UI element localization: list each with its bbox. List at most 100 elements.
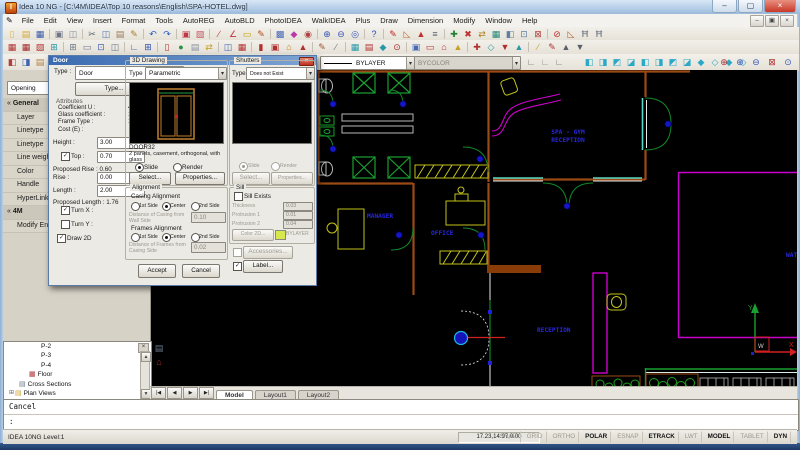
accessories-checkbox[interactable] (233, 248, 242, 257)
view-top-icon[interactable]: ◧ (582, 56, 596, 68)
dist-casing-input[interactable]: 0.10 (191, 212, 226, 223)
cut-icon[interactable]: ✂ (85, 28, 99, 40)
view-se-icon[interactable]: ◪ (680, 56, 694, 68)
grid-icon[interactable]: ⊞ (66, 41, 80, 53)
print-icon[interactable]: ▣ (52, 28, 66, 40)
zoom-out-icon[interactable]: ⊖ (748, 56, 764, 68)
view-front-icon[interactable]: ◧ (638, 56, 652, 68)
door-icon[interactable]: ▯ (160, 41, 174, 53)
entity-tan-icon[interactable]: ▤ (33, 56, 47, 68)
separator[interactable] (63, 42, 64, 52)
zoom-in-icon[interactable]: ⊕ (732, 56, 748, 68)
delete-icon[interactable]: ✖ (461, 28, 475, 40)
image-icon[interactable]: ▩ (273, 28, 287, 40)
mirror-icon[interactable]: ⇄ (202, 41, 216, 53)
region-icon[interactable]: ◧ (503, 28, 517, 40)
separator[interactable] (345, 42, 346, 52)
status-toggle[interactable]: ORTHO (549, 431, 580, 443)
ucs-entity-icon[interactable]: ∟ (552, 56, 566, 68)
column-icon[interactable]: ▮ (254, 41, 268, 53)
dim-icon[interactable]: ∕ (531, 41, 545, 53)
label-button[interactable]: Label... (243, 260, 283, 273)
tab-nav-arrow-icon[interactable]: ▶ (183, 387, 198, 399)
undo-icon[interactable]: ↶ (146, 28, 160, 40)
tree-item[interactable]: P-2 (4, 342, 151, 351)
expand-icon[interactable]: ⊞ (9, 389, 14, 398)
site-icon[interactable]: ▤ (362, 41, 376, 53)
print-preview-icon[interactable]: ◫ (66, 28, 80, 40)
separator[interactable] (364, 29, 365, 39)
accessories-button[interactable]: Accessories... (243, 246, 293, 259)
diamond-icon[interactable]: ◇ (484, 41, 498, 53)
separator[interactable] (49, 29, 50, 39)
menu-item[interactable]: File (17, 16, 39, 25)
topo-icon[interactable]: ▦ (348, 41, 362, 53)
wall-icon[interactable]: ▦ (5, 41, 19, 53)
view-bottom-icon[interactable]: ◨ (596, 56, 610, 68)
label-checkbox[interactable]: ✓ (233, 262, 242, 271)
no-entry-icon[interactable]: ⊘ (550, 28, 564, 40)
line-icon[interactable]: ∕ (212, 28, 226, 40)
shutters-render-radio[interactable] (271, 162, 280, 171)
separator[interactable] (270, 29, 271, 39)
slope-icon[interactable]: ∕ (329, 41, 343, 53)
camera-icon[interactable]: ◉ (301, 28, 315, 40)
ramp-icon[interactable]: ▲ (296, 41, 310, 53)
viewport-icon[interactable]: ▣ (409, 41, 423, 53)
tab-nav-arrow-icon[interactable]: ◀ (167, 387, 182, 399)
zoom-out-icon[interactable]: ⊖ (334, 28, 348, 40)
separator[interactable] (528, 42, 529, 52)
sort-down-icon[interactable]: ▼ (573, 41, 587, 53)
mdi-close-button[interactable]: × (780, 15, 794, 27)
wall-hatch-icon[interactable]: ▧ (33, 41, 47, 53)
menu-item[interactable]: Insert (88, 16, 117, 25)
slab-icon[interactable]: ⊞ (47, 41, 61, 53)
menu-item[interactable]: Plus (351, 16, 376, 25)
box-icon[interactable]: ⊡ (517, 28, 531, 40)
mdi-restore-button[interactable]: ▣ (765, 15, 779, 27)
separator[interactable] (124, 42, 125, 52)
house-icon[interactable]: ⌂ (437, 41, 451, 53)
entity-red-icon[interactable]: ◧ (5, 56, 19, 68)
properties-button[interactable]: Properties... (175, 172, 225, 185)
corner-icon[interactable]: ∟ (127, 41, 141, 53)
render-radio[interactable] (173, 163, 182, 172)
layers-icon[interactable]: ≡ (428, 28, 442, 40)
sketch-icon[interactable]: ✎ (254, 28, 268, 40)
tree-item[interactable]: P-3 (4, 351, 151, 360)
tree-icon[interactable]: ● (174, 41, 188, 53)
view-back-icon[interactable]: ◨ (652, 56, 666, 68)
polyline-icon[interactable]: ∠ (226, 28, 240, 40)
beam-icon[interactable]: ▭ (80, 41, 94, 53)
view-right-icon[interactable]: ◪ (624, 56, 638, 68)
menu-item[interactable]: Edit (39, 16, 62, 25)
window-icon[interactable]: ◫ (221, 41, 235, 53)
menu-item[interactable]: Dimension (403, 16, 448, 25)
zoom-extents-icon[interactable]: ⊠ (764, 56, 780, 68)
menu-item[interactable]: WalkIDEA (307, 16, 351, 25)
separator[interactable] (251, 42, 252, 52)
status-toggle[interactable]: LWT (681, 431, 702, 443)
format-painter-icon[interactable]: ✎ (127, 28, 141, 40)
shutters-properties-button[interactable]: Properties... (271, 172, 313, 185)
sort-up-icon[interactable]: ▲ (559, 41, 573, 53)
up-icon[interactable]: ▲ (512, 41, 526, 53)
separator[interactable] (218, 42, 219, 52)
separator[interactable] (82, 29, 83, 39)
zoom-previous-icon[interactable]: ⊙ (780, 56, 796, 68)
angle-icon[interactable]: ◺ (564, 28, 578, 40)
alert-icon[interactable]: ▲ (414, 28, 428, 40)
separator[interactable] (467, 42, 468, 52)
tree-item[interactable]: ▤ Cross Sections (4, 380, 151, 389)
stair-icon[interactable]: ▤ (188, 41, 202, 53)
tree-item[interactable]: ▦ Floor (4, 370, 151, 379)
color-combo[interactable]: BYCOLOR (414, 56, 521, 70)
panel-icon[interactable]: ◫ (108, 41, 122, 53)
mdi-minimize-button[interactable]: – (750, 15, 764, 27)
tab-nav-arrow-icon[interactable]: ▶| (199, 387, 214, 399)
separator[interactable] (157, 42, 158, 52)
wall-double-icon[interactable]: ▦ (19, 41, 33, 53)
tree-scrollbar[interactable]: ▲ ▼ (140, 351, 150, 400)
zoom-in-icon[interactable]: ⊕ (320, 28, 334, 40)
top-checkbox[interactable]: ✓ (61, 152, 70, 161)
